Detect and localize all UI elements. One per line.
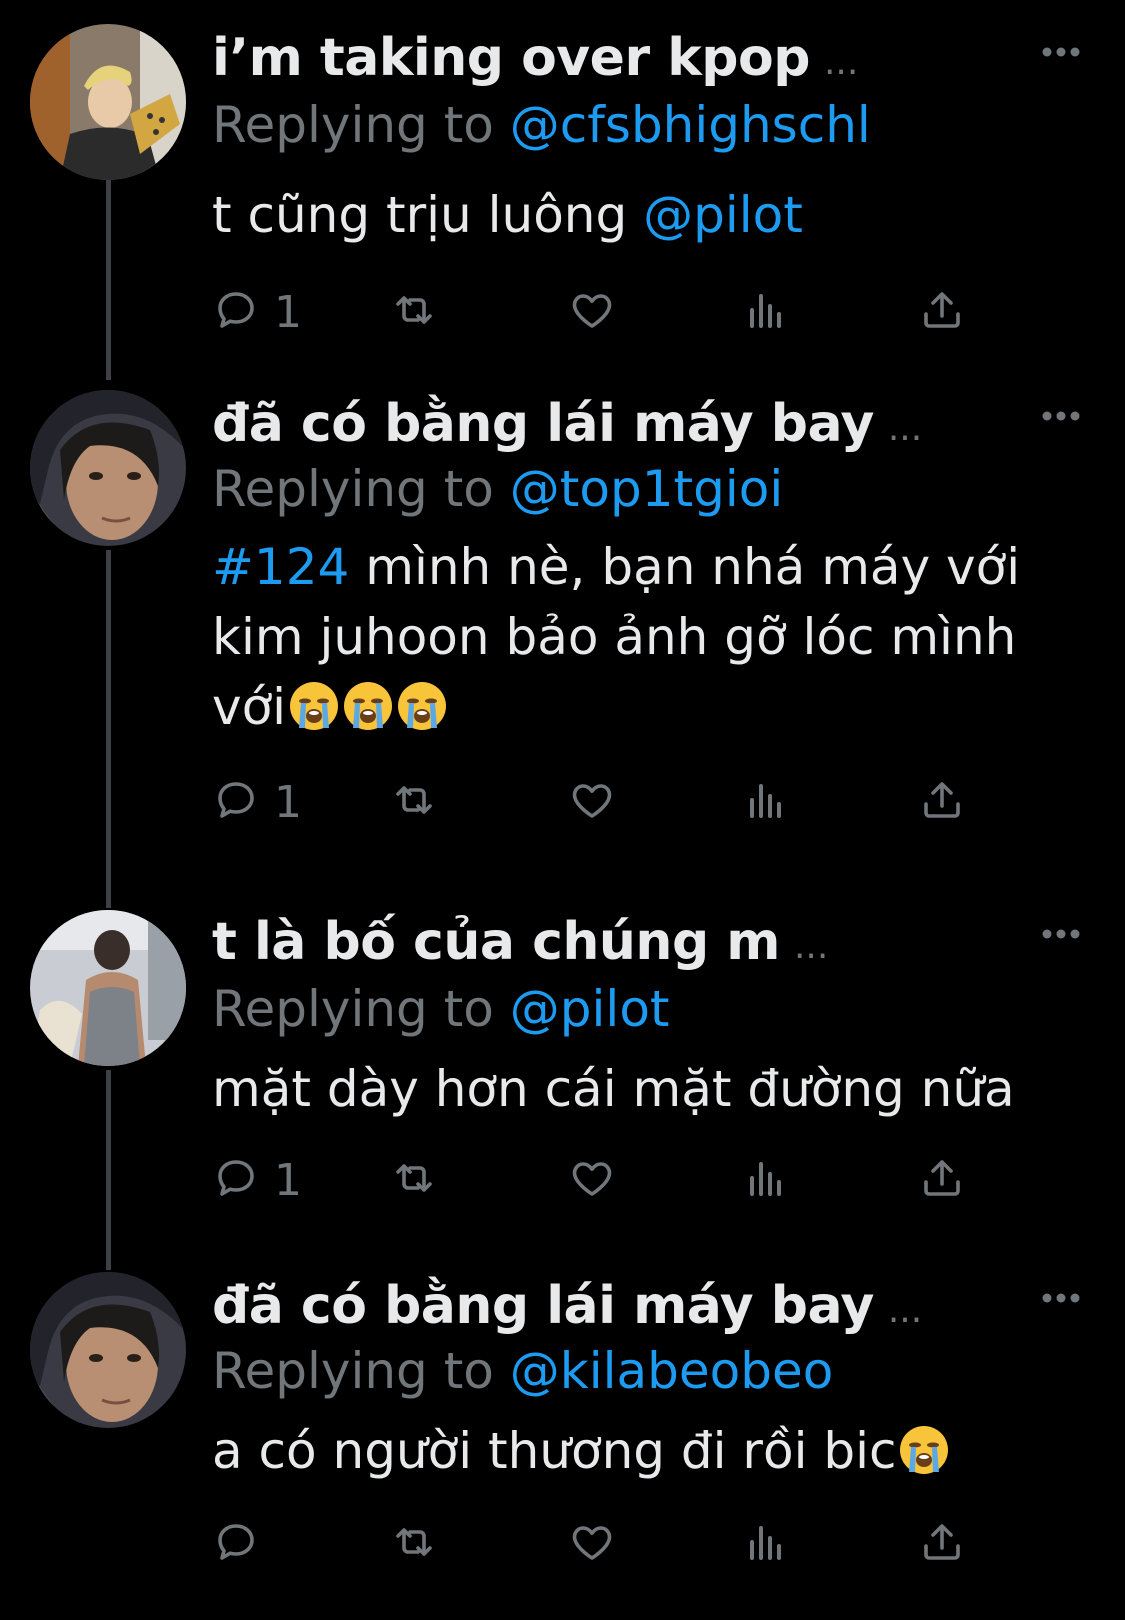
tweet-text-part: a có người thương đi rồi bic — [212, 1422, 897, 1480]
display-name[interactable]: đã có bằng lái máy bay — [212, 1276, 874, 1336]
reply-count: 1 — [274, 776, 302, 828]
reply-count: 1 — [274, 1154, 302, 1206]
retweet-button[interactable] — [390, 772, 438, 832]
replying-prefix: Replying to — [212, 1342, 494, 1400]
share-button[interactable] — [918, 1150, 966, 1210]
reply-icon — [212, 776, 260, 828]
more-icon[interactable] — [1041, 408, 1081, 422]
tweet[interactable]: đã có bằng lái máy bay ... Replying to @… — [0, 1250, 1125, 1620]
tweet-text-part: mặt dày hơn cái mặt đường nữa — [212, 1060, 1015, 1118]
retweet-icon — [390, 776, 438, 828]
reply-button[interactable]: 1 — [212, 282, 302, 342]
action-bar: 1 — [212, 1150, 1002, 1210]
replying-handle[interactable]: @kilabeobeo — [510, 1342, 834, 1400]
views-icon — [742, 286, 790, 338]
views-icon — [742, 1154, 790, 1206]
retweet-button[interactable] — [390, 1150, 438, 1210]
tweet-text-part: t cũng trịu luông — [212, 186, 644, 244]
replying-to: Replying to @top1tgioi — [212, 460, 783, 518]
action-bar: 1 — [212, 282, 1002, 342]
tweet[interactable]: t là bố của chúng m ... Replying to @pil… — [0, 888, 1125, 1248]
more-icon[interactable] — [1041, 44, 1081, 58]
avatar[interactable] — [30, 24, 186, 180]
replying-to: Replying to @pilot — [212, 980, 670, 1038]
share-icon — [918, 776, 966, 828]
reply-button[interactable]: 1 — [212, 772, 302, 832]
avatar[interactable] — [30, 910, 186, 1066]
mention-link[interactable]: @pilot — [643, 186, 803, 244]
tweet-text: a có người thương đi rồi bic — [212, 1416, 1072, 1486]
tweet[interactable]: đã có bằng lái máy bay ... Replying to @… — [0, 368, 1125, 888]
share-icon — [918, 1154, 966, 1206]
display-name[interactable]: t là bố của chúng m — [212, 912, 780, 972]
more-icon[interactable] — [1041, 926, 1081, 940]
loudly-crying-face-emoji — [288, 680, 340, 732]
share-button[interactable] — [918, 282, 966, 342]
reply-icon — [212, 1154, 260, 1206]
loudly-crying-face-emoji — [396, 680, 448, 732]
avatar[interactable] — [30, 1272, 186, 1428]
tweet-text: #124 mình nè, bạn nhá máy với kim juhoon… — [212, 532, 1072, 742]
tweet[interactable]: i’m taking over kpop ... Replying to @cf… — [0, 0, 1125, 370]
avatar[interactable] — [30, 390, 186, 546]
display-name[interactable]: i’m taking over kpop — [212, 28, 810, 88]
display-name[interactable]: đã có bằng lái máy bay — [212, 394, 874, 454]
views-button[interactable] — [742, 1150, 790, 1210]
like-icon — [568, 1154, 616, 1206]
truncation-ellipsis: ... — [793, 925, 829, 967]
retweet-icon — [390, 1518, 438, 1570]
share-button[interactable] — [918, 772, 966, 832]
share-button[interactable] — [918, 1514, 966, 1574]
reply-icon — [212, 1518, 260, 1570]
views-icon — [742, 776, 790, 828]
like-icon — [568, 1518, 616, 1570]
reply-icon — [212, 286, 260, 338]
loudly-crying-face-emoji — [342, 680, 394, 732]
like-icon — [568, 776, 616, 828]
like-button[interactable] — [568, 1150, 616, 1210]
replying-prefix: Replying to — [212, 96, 494, 154]
replying-handle[interactable]: @cfsbhighschl — [510, 96, 871, 154]
like-button[interactable] — [568, 772, 616, 832]
replying-prefix: Replying to — [212, 980, 494, 1038]
action-bar — [212, 1514, 1002, 1574]
share-icon — [918, 286, 966, 338]
truncation-ellipsis: ... — [823, 41, 859, 83]
like-button[interactable] — [568, 282, 616, 342]
replying-handle[interactable]: @pilot — [510, 980, 670, 1038]
truncation-ellipsis: ... — [887, 1289, 923, 1331]
retweet-button[interactable] — [390, 282, 438, 342]
views-icon — [742, 1518, 790, 1570]
reply-count: 1 — [274, 286, 302, 338]
retweet-button[interactable] — [390, 1514, 438, 1574]
views-button[interactable] — [742, 772, 790, 832]
replying-prefix: Replying to — [212, 460, 494, 518]
action-bar: 1 — [212, 772, 1002, 832]
loudly-crying-face-emoji — [898, 1424, 950, 1476]
reply-button[interactable] — [212, 1514, 274, 1574]
reply-button[interactable]: 1 — [212, 1150, 302, 1210]
like-button[interactable] — [568, 1514, 616, 1574]
truncation-ellipsis: ... — [887, 407, 923, 449]
more-icon[interactable] — [1041, 1290, 1081, 1304]
like-icon — [568, 286, 616, 338]
views-button[interactable] — [742, 1514, 790, 1574]
replying-to: Replying to @kilabeobeo — [212, 1342, 833, 1400]
views-button[interactable] — [742, 282, 790, 342]
hashtag-link[interactable]: #124 — [212, 538, 349, 596]
retweet-icon — [390, 286, 438, 338]
tweet-text: t cũng trịu luông @pilot — [212, 180, 1072, 250]
replying-handle[interactable]: @top1tgioi — [510, 460, 783, 518]
retweet-icon — [390, 1154, 438, 1206]
share-icon — [918, 1518, 966, 1570]
tweet-text: mặt dày hơn cái mặt đường nữa — [212, 1054, 1072, 1124]
replying-to: Replying to @cfsbhighschl — [212, 96, 871, 154]
